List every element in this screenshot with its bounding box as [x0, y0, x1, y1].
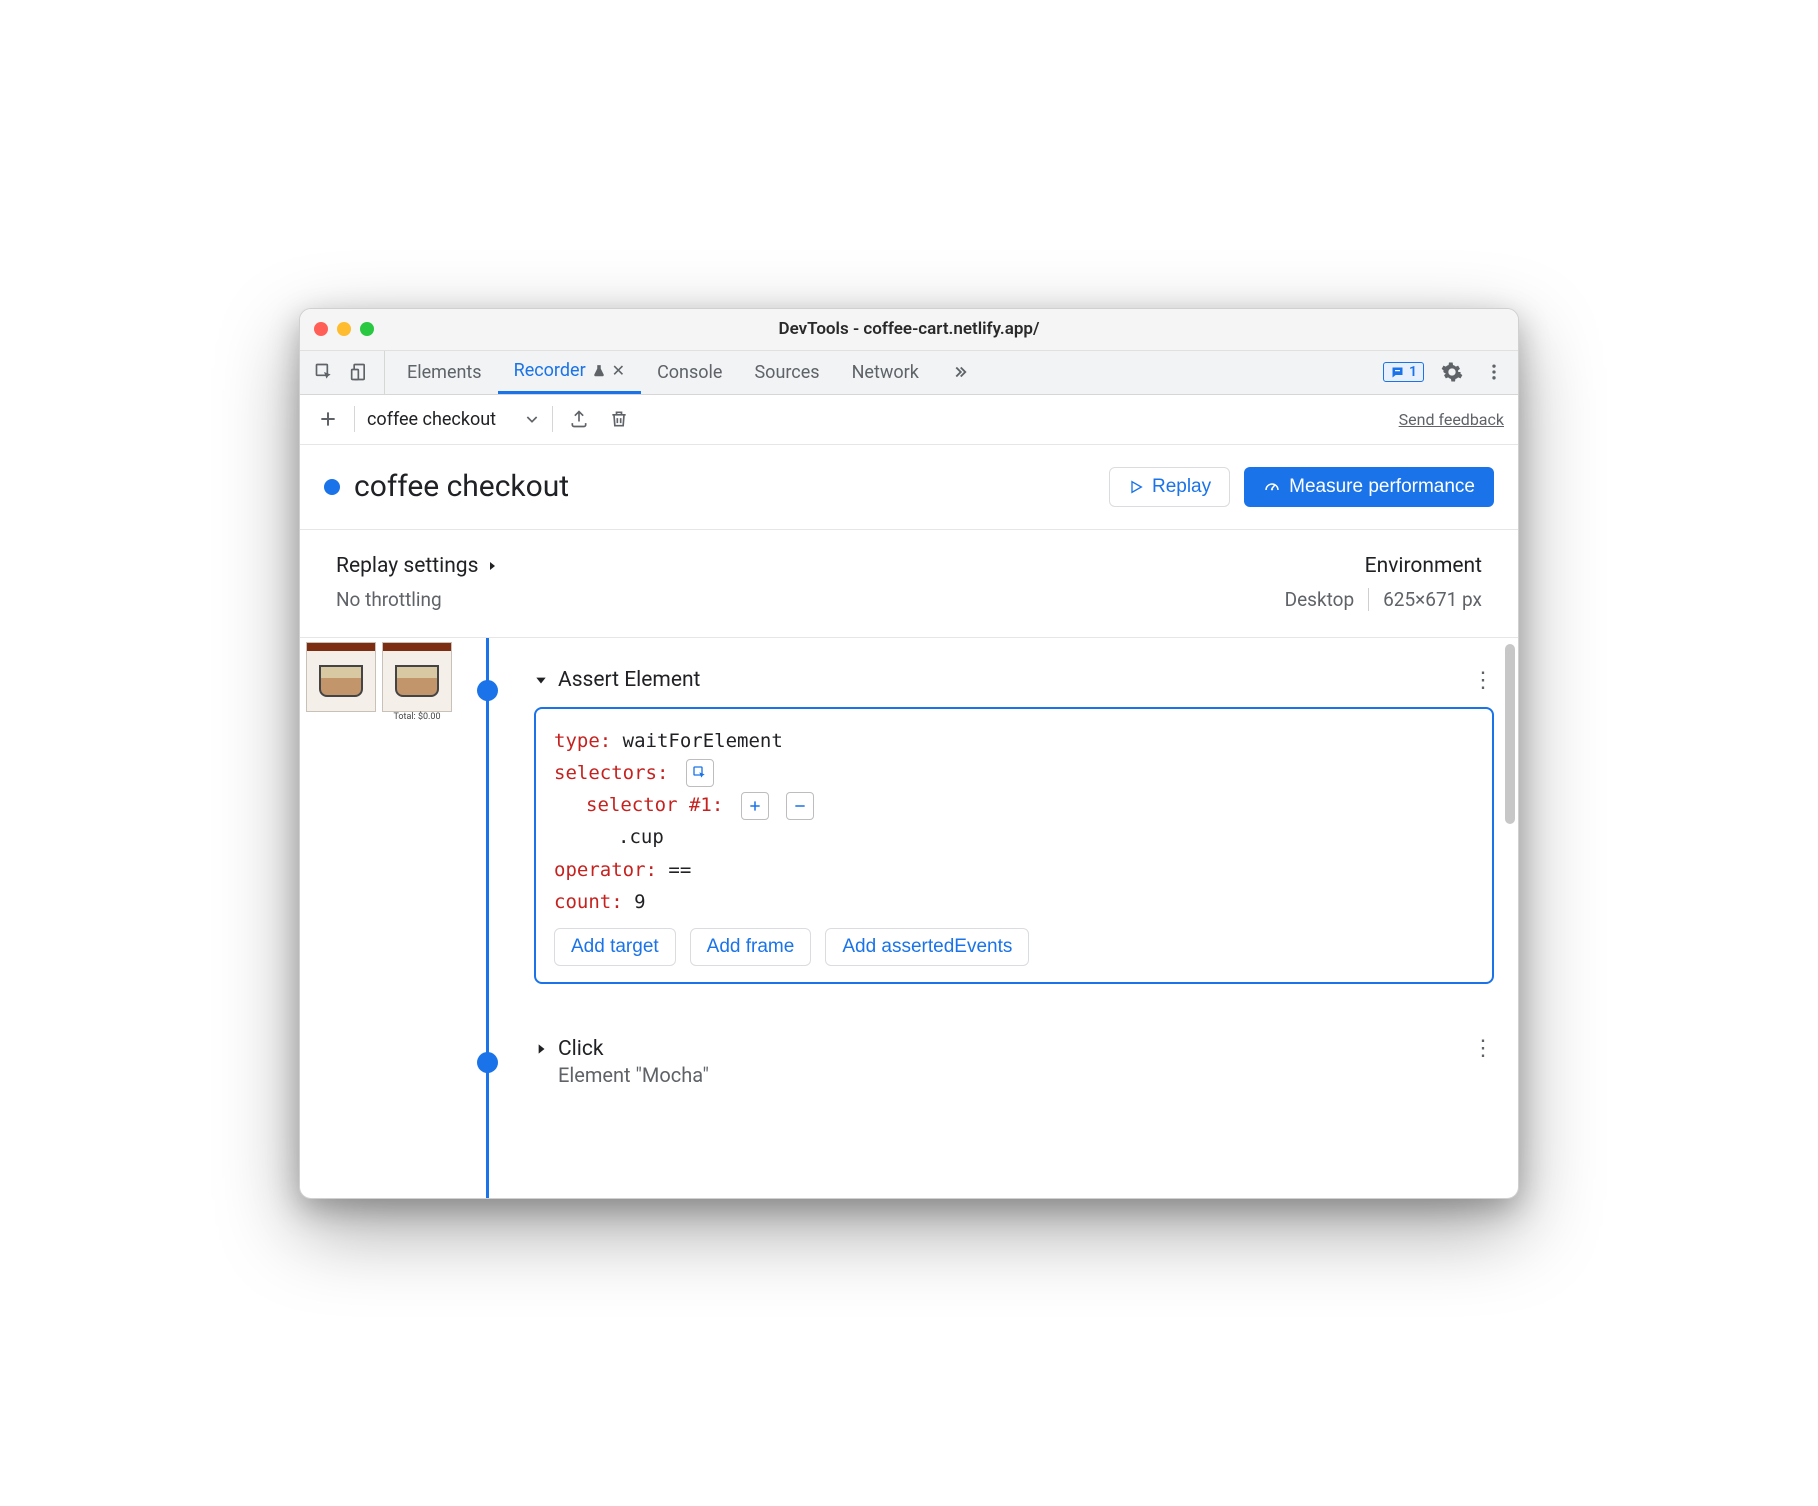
prop-key: selector #1	[586, 794, 712, 816]
step-click: Click ⋮ Element "Mocha"	[504, 1000, 1518, 1103]
step-subtitle: Element "Mocha"	[558, 1063, 1494, 1087]
add-target-button[interactable]: Add target	[554, 928, 676, 966]
send-feedback-link[interactable]: Send feedback	[1399, 410, 1504, 429]
tab-console[interactable]: Console	[641, 351, 738, 394]
throttling-value: No throttling	[336, 588, 498, 611]
window-title: DevTools - coffee-cart.netlify.app/	[300, 319, 1518, 339]
tab-elements[interactable]: Elements	[391, 351, 498, 394]
step-menu-button[interactable]: ⋮	[1472, 1036, 1494, 1061]
recording-name: coffee checkout	[367, 409, 496, 430]
recording-selector[interactable]: coffee checkout	[367, 409, 540, 430]
step-detail-box: type: waitForElement selectors: selector…	[534, 707, 1494, 985]
recording-indicator	[324, 479, 340, 495]
timeline-line	[486, 638, 489, 1198]
export-button[interactable]	[565, 405, 593, 433]
issues-count: 1	[1409, 364, 1417, 380]
prop-key: selectors	[554, 762, 657, 784]
tab-overflow[interactable]	[935, 351, 985, 394]
pick-selector-button[interactable]	[686, 759, 714, 787]
thumbnail-total-label: Total: $0.00	[393, 712, 440, 722]
steps-content: Total: $0.00 Assert Element ⋮ type: wait…	[300, 638, 1518, 1198]
delete-button[interactable]	[605, 405, 633, 433]
settings-gear-icon[interactable]	[1438, 358, 1466, 386]
timeline-node	[477, 680, 498, 701]
tab-network[interactable]: Network	[836, 351, 935, 394]
window-close-button[interactable]	[314, 322, 328, 336]
issues-chip[interactable]: 1	[1383, 362, 1424, 382]
flask-icon	[592, 364, 606, 378]
scrollbar-thumb[interactable]	[1505, 644, 1515, 824]
remove-selector-button[interactable]	[786, 792, 814, 820]
chevron-right-icon[interactable]	[534, 1042, 548, 1056]
tab-recorder[interactable]: Recorder ✕	[498, 351, 641, 394]
add-selector-button[interactable]	[741, 792, 769, 820]
tab-sources[interactable]: Sources	[738, 351, 835, 394]
prop-value[interactable]: ==	[668, 859, 691, 881]
environment-label: Environment	[1285, 554, 1482, 578]
prop-key: type	[554, 730, 600, 752]
separator	[552, 406, 553, 432]
prop-key: count	[554, 891, 611, 913]
add-frame-button[interactable]: Add frame	[690, 928, 812, 966]
close-tab-icon[interactable]: ✕	[612, 361, 625, 380]
thumbnail[interactable]	[306, 642, 376, 725]
add-asserted-events-button[interactable]: Add assertedEvents	[825, 928, 1029, 966]
inspect-element-icon[interactable]	[310, 358, 338, 386]
window-minimize-button[interactable]	[337, 322, 351, 336]
titlebar: DevTools - coffee-cart.netlify.app/	[300, 309, 1518, 351]
device-toolbar-icon[interactable]	[346, 358, 374, 386]
prop-key: operator	[554, 859, 646, 881]
prop-value[interactable]: waitForElement	[623, 730, 783, 752]
recording-title: coffee checkout	[354, 469, 569, 504]
separator	[1368, 588, 1369, 611]
step-title[interactable]: Assert Element	[558, 668, 700, 692]
chevron-right-icon	[486, 560, 498, 572]
chevron-down-icon	[524, 411, 540, 427]
screenshot-thumbnails: Total: $0.00	[300, 638, 464, 1198]
prop-value[interactable]: 9	[634, 891, 645, 913]
traffic-lights	[314, 322, 374, 336]
panel-tabbar: Elements Recorder ✕ Console Sources Netw…	[300, 351, 1518, 395]
window-maximize-button[interactable]	[360, 322, 374, 336]
selector-value[interactable]: .cup	[618, 826, 664, 848]
kebab-menu-icon[interactable]	[1480, 358, 1508, 386]
steps-timeline: Assert Element ⋮ type: waitForElement se…	[464, 638, 1518, 1198]
separator	[354, 406, 355, 432]
replay-button[interactable]: Replay	[1109, 467, 1230, 507]
device-value: Desktop	[1285, 588, 1355, 611]
recorder-toolbar: coffee checkout Send feedback	[300, 395, 1518, 445]
play-icon	[1128, 479, 1144, 495]
devtools-window: DevTools - coffee-cart.netlify.app/ Elem…	[299, 308, 1519, 1199]
gauge-icon	[1263, 478, 1281, 496]
step-assert-element: Assert Element ⋮ type: waitForElement se…	[504, 638, 1518, 1001]
thumbnail[interactable]: Total: $0.00	[382, 642, 452, 725]
settings-row: Replay settings No throttling Environmen…	[300, 530, 1518, 638]
chevron-double-right-icon	[951, 363, 969, 381]
replay-settings-toggle[interactable]: Replay settings	[336, 554, 498, 578]
measure-performance-button[interactable]: Measure performance	[1244, 467, 1494, 507]
new-recording-button[interactable]	[314, 405, 342, 433]
step-menu-button[interactable]: ⋮	[1472, 668, 1494, 693]
recording-header: coffee checkout Replay Measure performan…	[300, 445, 1518, 530]
step-title[interactable]: Click	[558, 1037, 604, 1061]
dimensions-value: 625×671 px	[1383, 588, 1482, 611]
timeline-node	[477, 1052, 498, 1073]
chevron-down-icon[interactable]	[534, 673, 548, 687]
message-icon	[1390, 365, 1405, 380]
